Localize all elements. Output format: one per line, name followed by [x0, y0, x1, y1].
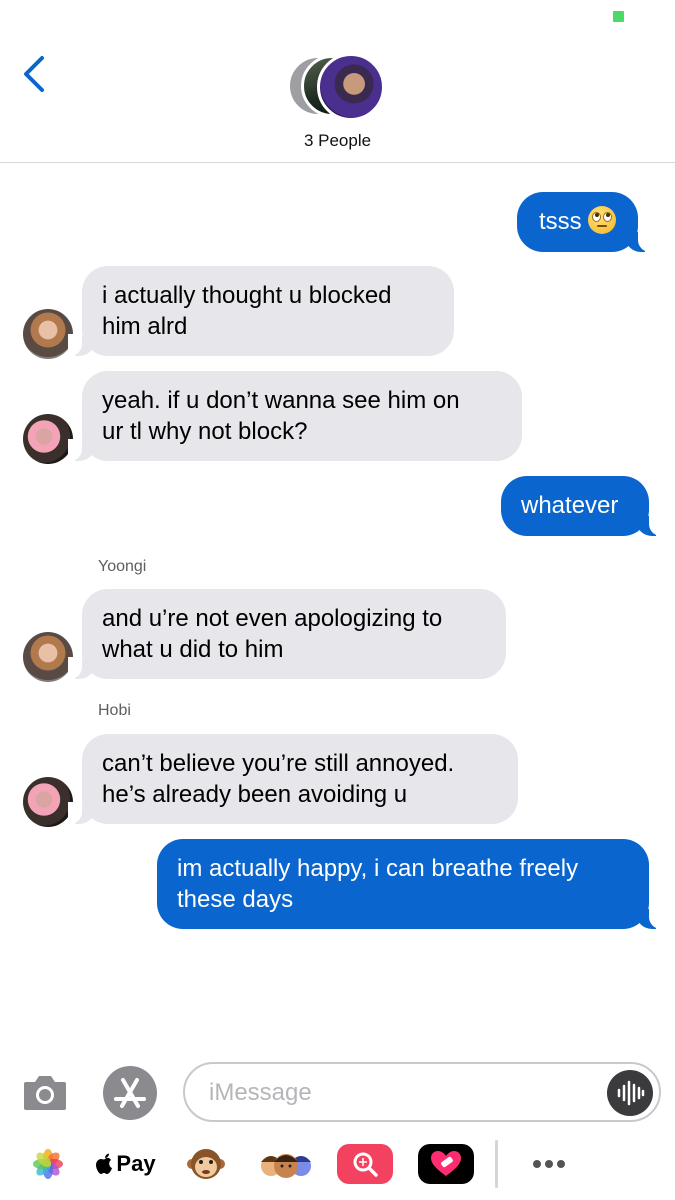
- memoji-app-button[interactable]: [258, 1142, 316, 1186]
- apple-logo-icon: [96, 1153, 113, 1174]
- message-text: yeah. if u don’t wanna see him on ur tl …: [102, 387, 460, 445]
- audio-message-button[interactable]: [607, 1070, 653, 1116]
- photos-icon: [33, 1149, 63, 1179]
- message-bubble-outgoing[interactable]: whatever: [501, 476, 663, 536]
- face-with-rolling-eyes-icon: [587, 206, 616, 234]
- conversation-header: 3 People: [0, 0, 675, 163]
- message-input-field[interactable]: [183, 1062, 661, 1122]
- memoji-icon: [261, 1154, 311, 1178]
- message-text: whatever: [521, 492, 619, 519]
- camera-icon[interactable]: [22, 1070, 68, 1114]
- conversation-title[interactable]: 3 People: [0, 131, 675, 151]
- apple-pay-button[interactable]: Pay: [96, 1142, 156, 1186]
- message-bubble-incoming[interactable]: yeah. if u don’t wanna see him on ur tl …: [68, 371, 522, 461]
- message-text: can’t believe you’re still annoyed. he’s…: [102, 750, 455, 808]
- message-text: and u’re not even apologizing to what u …: [102, 605, 443, 663]
- sender-name: Yoongi: [98, 558, 147, 575]
- avatar-hobi[interactable]: [23, 414, 73, 464]
- message-bubble-incoming[interactable]: and u’re not even apologizing to what u …: [68, 589, 506, 679]
- app-strip-divider: [495, 1140, 498, 1188]
- avatar: [317, 53, 385, 121]
- message-text: im actually happy, i can breathe freely …: [177, 855, 579, 913]
- avatar-yoongi[interactable]: [23, 309, 73, 359]
- message-text: tsss: [539, 208, 582, 235]
- more-icon: [533, 1160, 565, 1168]
- message-bubble-incoming[interactable]: i actually thought u blocked him alrd: [68, 266, 454, 356]
- app-store-button[interactable]: [103, 1066, 157, 1120]
- back-chevron-icon[interactable]: [18, 54, 52, 94]
- avatar-hobi[interactable]: [23, 777, 73, 827]
- photos-app-button[interactable]: [30, 1142, 66, 1186]
- group-avatar-stack[interactable]: [287, 53, 389, 121]
- more-apps-button[interactable]: [520, 1142, 578, 1186]
- sender-name: Hobi: [98, 702, 131, 719]
- image-search-app-button[interactable]: [337, 1144, 393, 1184]
- sticker-app-button[interactable]: [418, 1144, 474, 1184]
- app-store-icon: [114, 1078, 146, 1108]
- heart-app-icon: [431, 1151, 461, 1176]
- apple-pay-label: Pay: [116, 1151, 156, 1176]
- message-input[interactable]: [209, 1076, 599, 1110]
- avatar-yoongi[interactable]: [23, 632, 73, 682]
- monkey-emoji-icon: [187, 1149, 225, 1179]
- search-app-icon: [353, 1152, 378, 1177]
- message-bubble-outgoing[interactable]: tsss: [517, 192, 652, 252]
- message-bubble-outgoing[interactable]: im actually happy, i can breathe freely …: [157, 839, 663, 929]
- animoji-app-button[interactable]: [185, 1142, 227, 1186]
- audio-waveform-icon: [617, 1080, 645, 1106]
- message-bubble-incoming[interactable]: can’t believe you’re still annoyed. he’s…: [68, 734, 518, 824]
- message-text: i actually thought u blocked him alrd: [102, 282, 392, 340]
